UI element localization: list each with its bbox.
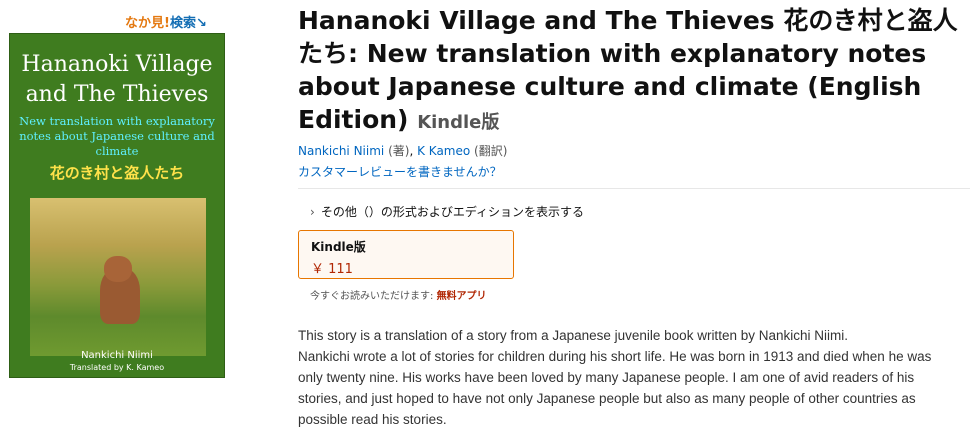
read-now-notice: 今すぐお読みいただけます: 無料アプリ: [310, 287, 487, 302]
byline-separator: ,: [409, 144, 414, 158]
write-review-link[interactable]: カスタマーレビューを書きませんか？: [298, 163, 502, 180]
book-cover-image[interactable]: Hananoki Village and The Thieves New tra…: [9, 33, 225, 378]
cover-translator: Translated by K. Kameo: [69, 363, 165, 372]
translator-link[interactable]: K Kameo: [417, 144, 470, 158]
look-inside-part3: 検索: [169, 16, 196, 31]
format-name: Kindle版: [311, 240, 366, 254]
look-inside-badge[interactable]: なか見!検索↘: [125, 12, 207, 31]
read-now-prefix: 今すぐお読みいただけます:: [310, 291, 437, 302]
look-inside-arrow-icon: ↘: [195, 16, 207, 31]
cover-title: Hananoki Village and The Thieves: [21, 52, 213, 107]
kindle-format-button[interactable]: Kindle版 ￥ 111: [298, 230, 514, 279]
format-price: ￥ 111: [311, 262, 353, 277]
product-format-label: Kindle版: [417, 112, 500, 133]
other-formats-link[interactable]: › その他（）の形式およびエディションを表示する: [310, 203, 584, 220]
other-formats-label: その他（）の形式およびエディションを表示する: [320, 205, 584, 219]
product-title: Hananoki Village and The Thieves 花のき村と盗人…: [298, 4, 970, 139]
byline: Nankichi Niimi (著), K Kameo (翻訳): [298, 142, 507, 159]
product-description: This story is a translation of a story f…: [298, 325, 958, 430]
cover-subtitle: New translation with explanatory notes a…: [19, 114, 215, 158]
chevron-right-icon: ›: [310, 205, 315, 219]
author-role: (著): [388, 144, 410, 158]
divider: [298, 188, 970, 189]
translator-role: (翻訳): [474, 144, 508, 158]
cover-calf-photo: [30, 198, 206, 356]
calf-head-shape: [104, 256, 132, 282]
author-link[interactable]: Nankichi Niimi: [298, 144, 384, 158]
free-app-link[interactable]: 無料アプリ: [437, 291, 487, 302]
look-inside-part1: なか: [125, 16, 152, 31]
look-inside-part2: 見!: [151, 16, 170, 31]
cover-japanese-title: 花のき村と盗人たち: [49, 164, 185, 182]
cover-author: Nankichi Niimi: [81, 350, 153, 361]
description-line-1: This story is a translation of a story f…: [298, 328, 848, 343]
product-title-text: Hananoki Village and The Thieves 花のき村と盗人…: [298, 6, 958, 134]
description-line-2: Nankichi wrote a lot of stories for chil…: [298, 349, 932, 427]
